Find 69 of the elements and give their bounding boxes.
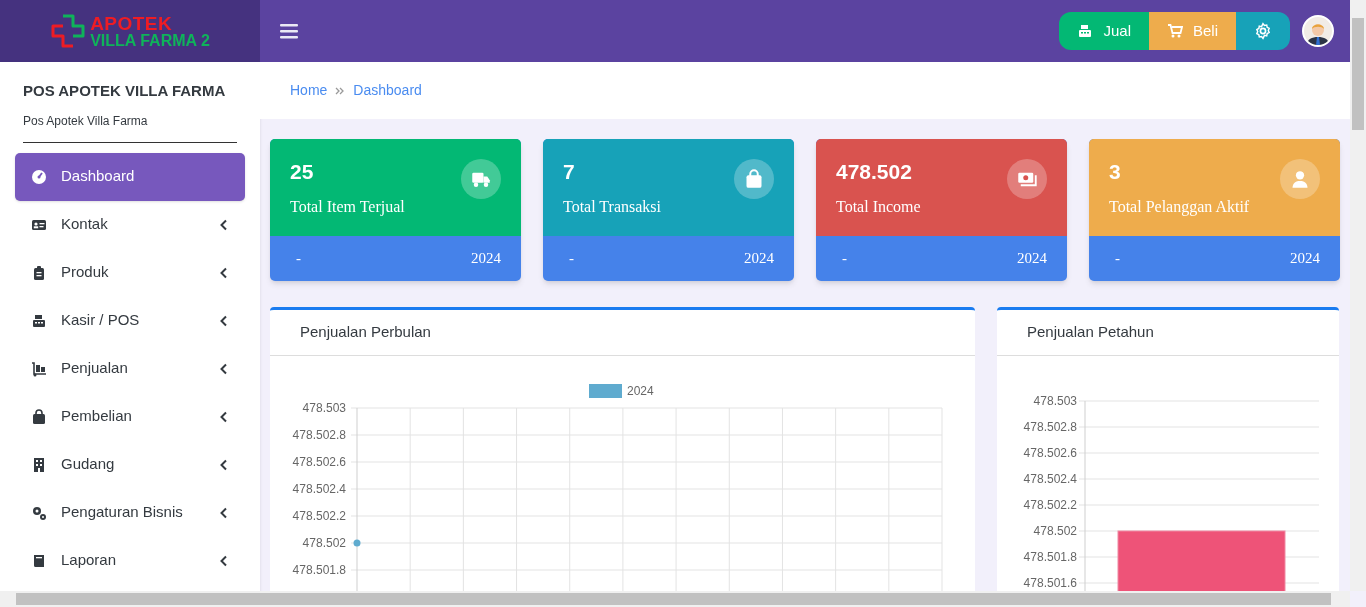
sidebar-subtitle: Pos Apotek Villa Farma [22,112,149,130]
register-icon [31,312,47,329]
axis-tick-label: 478.501.8 [1023,550,1077,564]
register-icon [1077,23,1094,39]
gears-icon [31,504,47,521]
user-avatar[interactable] [1302,15,1334,47]
stat-value: 3 [1109,159,1122,185]
sidebar-item[interactable]: Laporan [15,536,245,585]
axis-tick-label: 478.501.8 [292,563,346,577]
horizontal-scrollbar[interactable] [0,591,1350,607]
settings-button[interactable] [1236,12,1290,50]
legend-swatch [589,384,622,398]
stat-footer-year: 2024 [744,249,774,269]
sidebar-item[interactable]: Dashboard [15,152,245,201]
vertical-scrollbar[interactable] [1350,0,1366,591]
axis-tick-label: 478.502.2 [292,509,346,523]
sidebar-item[interactable]: Kasir / POS [15,296,245,345]
sidebar-item[interactable]: Pengaturan Bisnis [15,488,245,537]
panel-title: Penjualan Perbulan [270,310,975,356]
axis-tick-label: 478.503 [1033,394,1077,408]
panel-title: Penjualan Petahun [997,310,1339,356]
sidebar-item[interactable]: Pembelian [15,392,245,441]
stat-label: Total Item Terjual [290,197,405,218]
double-chevron-icon [335,85,346,96]
brand-subtitle: VILLA FARMA 2 [90,32,210,49]
axis-tick-label: 478.502.8 [1023,420,1077,434]
sidebar-item[interactable]: Kontak [15,200,245,249]
stat-footer-text: - [842,249,847,269]
shopping-bag-icon [31,408,47,425]
axis-tick-label: 478.502.4 [1023,472,1077,486]
stat-footer-year: 2024 [471,249,501,269]
sidebar-item[interactable]: Gudang [15,440,245,489]
stat-label: Total Transaksi [563,197,661,217]
stat-footer-text: - [296,249,301,269]
axis-tick-label: 478.502.2 [1023,498,1077,512]
sidebar-item[interactable]: Produk [15,248,245,297]
settings-icon [1254,22,1272,40]
stat-value: 7 [563,159,576,185]
stat-footer-text: - [1115,249,1120,269]
data-point [353,539,361,547]
stat-value: 25 [290,159,315,185]
gauge-icon [31,168,47,185]
brand-name: APOTEK [90,13,174,33]
stat-footer-text: - [569,249,574,269]
medical-cross-logo-icon [50,13,87,49]
axis-tick-label: 478.502 [302,536,346,550]
user-icon [1290,169,1310,189]
axis-tick-label: 478.502.4 [292,482,346,496]
axis-tick-label: 478.501.6 [1023,576,1077,590]
stat-footer-year: 2024 [1017,249,1047,269]
stat-footer-year: 2024 [1290,249,1320,269]
axis-tick-label: 478.502.8 [292,428,346,442]
axis-tick-label: 478.502.6 [292,455,346,469]
book-icon [31,552,47,569]
legend-label: 2024 [627,384,654,398]
sidebar-title: POS APOTEK VILLA FARMA [22,81,227,101]
axis-tick-label: 478.503 [302,401,346,415]
clipboard-icon [31,264,47,281]
menu-icon[interactable] [280,23,298,39]
cart-icon [1167,23,1183,39]
stat-label: Total Pelanggan Aktif [1109,197,1250,218]
axis-tick-label: 478.502 [1033,524,1077,538]
shopping-bag-icon [744,169,764,189]
stat-value: 478.502 [836,159,913,185]
building-icon [31,456,47,473]
sidebar-item[interactable]: Penjualan [15,344,245,393]
hand-truck-icon [31,360,47,377]
axis-tick-label: 478.502.6 [1023,446,1077,460]
stat-label: Total Income [836,197,921,217]
